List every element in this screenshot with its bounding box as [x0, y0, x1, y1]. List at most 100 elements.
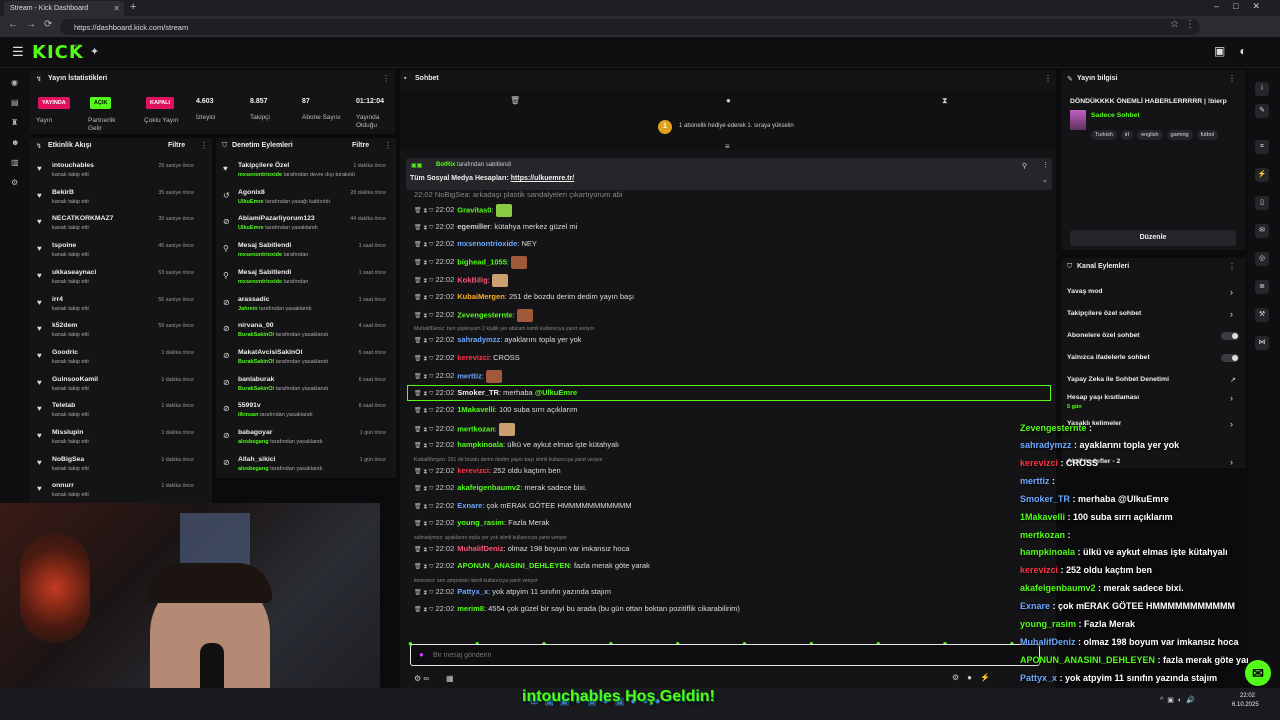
message-username[interactable]: MuhalifDeniz	[457, 544, 503, 553]
moderation-menu-icon[interactable]: ⋮	[384, 141, 392, 150]
moderator-name[interactable]: alosbegang	[238, 466, 269, 472]
message-actions-icon[interactable]: 🗑 ⧗ ⛉	[414, 356, 433, 362]
stream-tag[interactable]: Turkish	[1091, 130, 1117, 140]
feed-item[interactable]: ♥ intouchables kanalı takip etti 29 saniye …	[30, 160, 200, 186]
moderation-item[interactable]: ⚲ Mesaj Sabitlendi mxsenontrioxide tarafın…	[216, 267, 392, 293]
message-icon[interactable]: ✉	[1255, 224, 1269, 238]
header-right-icons[interactable]: ▣◐	[1214, 44, 1261, 58]
feed-item[interactable]: ♥ k52dem kanalı takip etti 59 saniye önce	[30, 320, 200, 346]
moderator-name[interactable]: mxsenontrioxide	[238, 252, 282, 258]
channel-action[interactable]: Yapay Zeka ile Sohbet Denetimi	[1067, 376, 1169, 383]
chat-fab-button[interactable]: ✉	[1245, 660, 1271, 686]
moderation-target[interactable]: AbiamiPazarliyorum123	[238, 215, 315, 222]
moderator-name[interactable]: mxsenontrioxide	[238, 279, 282, 285]
chat-message[interactable]: 🗑 ⧗ ⛉ 22:02 egemiller: kütahya merkez güze…	[414, 222, 1054, 236]
message-actions-icon[interactable]: 🗑 ⧗ ⛉	[414, 607, 433, 613]
message-username[interactable]: KubaiMergen	[457, 292, 505, 301]
chat-message[interactable]: 🗑 ⧗ ⛉ 22:02 akafeigenbaumv2: merak sadece …	[414, 483, 1054, 497]
edit-stream-button[interactable]: Düzenle	[1070, 230, 1236, 246]
chevron-right-icon[interactable]: ›	[1230, 457, 1233, 467]
message-username[interactable]: APONUN_ANASINI_DEHLEYEN	[457, 561, 570, 570]
activity-filter-button[interactable]: Filtre	[168, 142, 185, 149]
feed-user[interactable]: k52dem	[52, 322, 77, 329]
chat-message[interactable]: 🗑 ⧗ ⛉ 22:02 Zevengesternte:	[414, 309, 1054, 323]
chat-message[interactable]: 🗑 ⧗ ⛉ 22:02 Smoker_TR: merhaba @UlkuEmre	[407, 384, 1051, 401]
channel-actions-menu-icon[interactable]: ⋮	[1228, 262, 1236, 271]
feed-item[interactable]: ♥ irr4 kanalı takip etti 56 saniye önce	[30, 294, 200, 320]
message-username[interactable]: merim8	[457, 604, 484, 613]
moderator-name[interactable]: BurakSakinOl	[238, 332, 274, 338]
tray-icons[interactable]: ^▣◐🔊	[1160, 696, 1199, 704]
channel-action[interactable]: Abonelere özel sohbet	[1067, 332, 1140, 339]
chat-settings-icons[interactable]: ⚙ ∞	[414, 674, 429, 683]
moderator-name[interactable]: UlkuEmre	[238, 225, 264, 231]
tools-icon[interactable]: ⚒	[1255, 308, 1269, 322]
moderator-name[interactable]: BurakSakinOl	[238, 359, 274, 365]
url-input[interactable]: https://dashboard.kick.com/stream	[60, 19, 1200, 35]
magic-wand-icon[interactable]: ✦	[90, 45, 99, 58]
message-actions-icon[interactable]: 🗑 ⧗ ⛉	[414, 443, 433, 449]
browser-nav-buttons[interactable]: ←→⟳	[8, 19, 60, 30]
chat-message[interactable]: 🗑 ⧗ ⛉ 22:02 KubaiMergen: 251 de bozdu deri…	[414, 292, 1054, 306]
pinned-link[interactable]: https://ulkuemre.tr/	[511, 175, 574, 182]
chat-message[interactable]: 🗑 ⧗ ⛉ 22:02 APONUN_ANASINI_DEHLEYEN: fazla…	[414, 561, 1054, 575]
message-username[interactable]: sahradymzz	[457, 335, 500, 344]
moderation-item[interactable]: ⊘ nirvana_00 BurakSakinOl tarafından yasak…	[216, 320, 392, 346]
toggle-switch[interactable]	[1221, 354, 1239, 362]
browser-tab[interactable]: Stream - Kick Dashboard ✕	[4, 1, 124, 16]
moderation-target[interactable]: banlaburak	[238, 376, 274, 383]
moderator-name[interactable]: UlkuEmre	[238, 199, 264, 205]
collapse-icon[interactable]: ≡	[725, 142, 730, 151]
message-username[interactable]: mxsenontrioxide	[457, 239, 517, 248]
stream-tag[interactable]: english	[1137, 130, 1163, 140]
mic-icon[interactable]: ●	[419, 650, 424, 659]
moderation-target[interactable]: arassadic	[238, 296, 269, 303]
settings-icon[interactable]: ⚙	[11, 178, 18, 187]
pin-icon[interactable]: ⚲	[1022, 162, 1027, 170]
menu-icon[interactable]: ☰	[12, 44, 24, 60]
feed-user[interactable]: irr4	[52, 296, 63, 303]
moderation-target[interactable]: nirvana_00	[238, 322, 274, 329]
moderation-item[interactable]: ⊘ arassadic Jahrein tarafından yasaklandı 1…	[216, 294, 392, 320]
feed-user[interactable]: ukkaseaynaci	[52, 269, 96, 276]
stream-info-menu-icon[interactable]: ⋮	[1228, 74, 1236, 83]
message-username[interactable]: kerevizci	[457, 466, 489, 475]
chat-message[interactable]: 🗑 ⧗ ⛉ 22:02 MuhalifDeniz: olmaz 198 boyum …	[414, 544, 1054, 558]
chevron-right-icon[interactable]: ›	[1230, 393, 1233, 403]
pencil-icon[interactable]: ✎	[1255, 104, 1269, 118]
message-actions-icon[interactable]: 🗑 ⧗ ⛉	[414, 408, 433, 414]
feed-user[interactable]: Misslupin	[52, 429, 83, 436]
activity-menu-icon[interactable]: ⋮	[200, 141, 208, 150]
moderation-item[interactable]: ⊘ AbiamiPazarliyorum123 UlkuEmre tarafında…	[216, 213, 392, 239]
browser-extension-icons[interactable]: ☆⋮	[1170, 19, 1201, 30]
chat-message[interactable]: 🗑 ⧗ ⛉ 22:02 merim8: 4554 çok güzel bir say…	[414, 604, 1054, 618]
chat-menu-icon[interactable]: ⋮	[1044, 74, 1052, 83]
chat-message[interactable]: 🗑 ⧗ ⛉ 22:02 kerevizci: CROSS	[414, 353, 1054, 367]
trophy-icon[interactable]: ♜	[11, 118, 18, 127]
message-actions-icon[interactable]: 🗑 ⧗ ⛉	[414, 242, 433, 248]
message-actions-icon[interactable]: 🗑 ⧗ ⛉	[414, 427, 433, 433]
chat-message[interactable]: 🗑 ⧗ ⛉ 22:02 Exnare: çok mERAK GÖTEE HMMMMM…	[414, 501, 1054, 515]
feed-item[interactable]: ♥ tspoine kanalı takip etti 46 saniye önce	[30, 240, 200, 266]
message-username[interactable]: young_rasim	[457, 518, 504, 527]
moderation-target[interactable]: Mesaj Sabitlendi	[238, 242, 291, 249]
message-actions-icon[interactable]: 🗑 ⧗ ⛉	[414, 590, 433, 596]
message-actions-icon[interactable]: 🗑 ⧗ ⛉	[414, 547, 433, 553]
chat-message[interactable]: 🗑 ⧗ ⛉ 22:02 bighead_1055:	[414, 256, 1054, 270]
feed-user[interactable]: Goodric	[52, 349, 78, 356]
message-mention[interactable]: @UlkuEmre	[535, 388, 577, 397]
hourglass-icon[interactable]: ⧗	[942, 96, 948, 106]
message-actions-icon[interactable]: 🗑 ⧗ ⛉	[414, 486, 433, 492]
message-actions-icon[interactable]: 🗑 ⧗ ⛉	[414, 208, 433, 214]
moderation-item[interactable]: ⊘ banlaburak BurakSakinOl tarafından yasak…	[216, 374, 392, 400]
message-username[interactable]: Exnare	[457, 501, 482, 510]
message-username[interactable]: kerevizci	[457, 353, 489, 362]
window-controls[interactable]: –□✕	[1214, 1, 1274, 12]
message-username[interactable]: Gravitas0	[457, 205, 491, 214]
moderation-filter-button[interactable]: Filtre	[352, 142, 369, 149]
feed-user[interactable]: intouchables	[52, 162, 94, 169]
chat-action-icons[interactable]: ⚙●⚡	[952, 673, 998, 682]
message-actions-icon[interactable]: 🗑 ⧗ ⛉	[414, 295, 433, 301]
analytics-icon[interactable]: ▥	[11, 158, 19, 167]
chat-message[interactable]: 🗑 ⧗ ⛉ 22:02 hampkinoala: ülkü ve aykut elm…	[414, 440, 1054, 454]
